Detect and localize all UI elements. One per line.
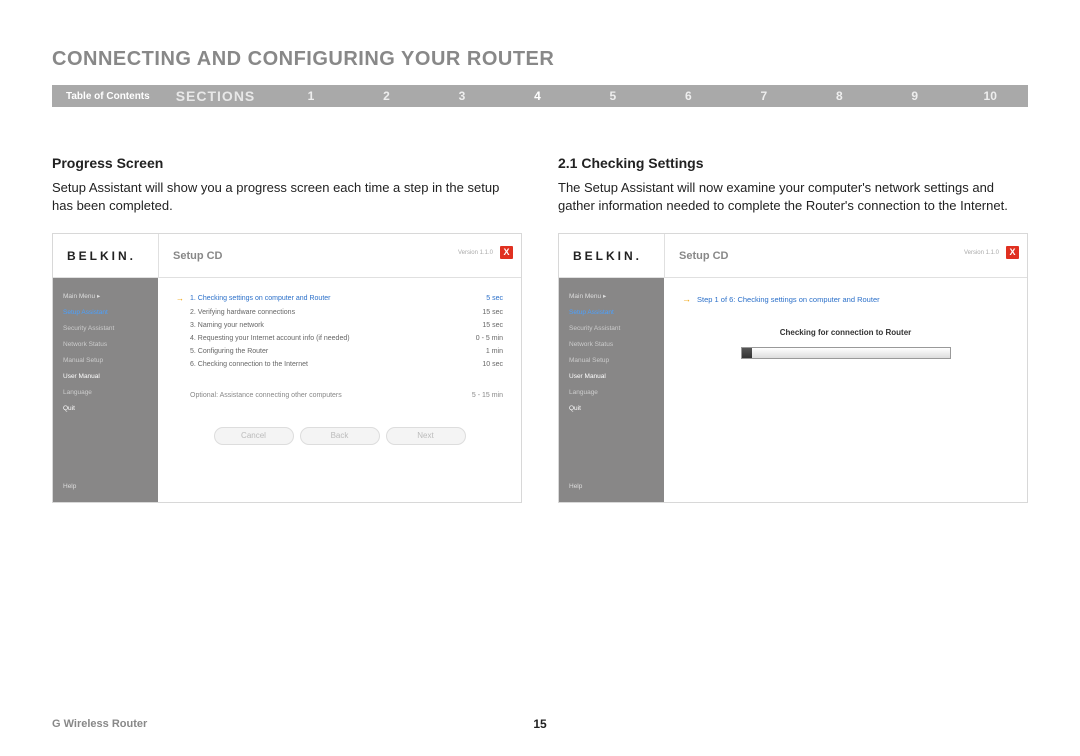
right-column: 2.1 Checking Settings The Setup Assistan…	[558, 155, 1028, 503]
step-4: 4. Requesting your Internet account info…	[176, 335, 503, 342]
right-paragraph: The Setup Assistant will now examine you…	[558, 179, 1028, 215]
version-label: Version 1.1.0	[458, 250, 493, 256]
checking-screenshot: BELKIN. Setup CD Version 1.1.0 X Main Me…	[558, 233, 1028, 503]
progress-bar	[741, 347, 951, 359]
left-paragraph: Setup Assistant will show you a progress…	[52, 179, 522, 215]
sidebar-user-manual[interactable]: User Manual	[569, 373, 664, 380]
arrow-icon: →	[682, 294, 691, 304]
page-footer: G Wireless Router 15	[52, 718, 1028, 730]
close-icon[interactable]: X	[1006, 246, 1019, 259]
left-heading: Progress Screen	[52, 155, 522, 171]
sections-label: SECTIONS	[164, 88, 274, 104]
step-3: 3. Naming your network 15 sec	[176, 322, 503, 329]
sidebar-main-menu[interactable]: Main Menu ▸	[569, 292, 664, 300]
section-navbar: Table of Contents SECTIONS 1 2 3 4 5 6 7…	[52, 85, 1028, 107]
belkin-logo: BELKIN.	[53, 249, 158, 263]
sidebar-setup-assistant[interactable]: Setup Assistant	[63, 309, 158, 316]
progress-screenshot: BELKIN. Setup CD Version 1.1.0 X Main Me…	[52, 233, 522, 503]
sidebar-quit[interactable]: Quit	[63, 405, 158, 412]
section-6[interactable]: 6	[651, 89, 726, 103]
sidebar-network-status[interactable]: Network Status	[569, 341, 664, 348]
setup-cd-label: Setup CD	[158, 234, 223, 277]
setup-cd-label: Setup CD	[664, 234, 729, 277]
sidebar-help[interactable]: Help	[63, 483, 158, 490]
sidebar-security-assistant[interactable]: Security Assistant	[569, 325, 664, 332]
sidebar-user-manual[interactable]: User Manual	[63, 373, 158, 380]
app-sidebar: Main Menu ▸ Setup Assistant Security Ass…	[559, 278, 664, 502]
section-5[interactable]: 5	[575, 89, 650, 103]
section-8[interactable]: 8	[802, 89, 877, 103]
section-1[interactable]: 1	[273, 89, 348, 103]
step-5: 5. Configuring the Router 1 min	[176, 348, 503, 355]
sidebar-language[interactable]: Language	[569, 389, 664, 396]
app-content: → 1. Checking settings on computer and R…	[158, 278, 521, 502]
section-3[interactable]: 3	[424, 89, 499, 103]
back-button[interactable]: Back	[300, 427, 380, 445]
checking-title: Checking for connection to Router	[682, 328, 1009, 337]
sidebar-help[interactable]: Help	[569, 483, 664, 490]
app-sidebar: Main Menu ▸ Setup Assistant Security Ass…	[53, 278, 158, 502]
section-10[interactable]: 10	[953, 89, 1028, 103]
page-title: CONNECTING AND CONFIGURING YOUR ROUTER	[52, 48, 1028, 71]
page-number: 15	[533, 717, 546, 731]
toc-link[interactable]: Table of Contents	[52, 91, 164, 102]
sidebar-manual-setup[interactable]: Manual Setup	[63, 357, 158, 364]
sidebar-manual-setup[interactable]: Manual Setup	[569, 357, 664, 364]
section-2[interactable]: 2	[349, 89, 424, 103]
progress-fill	[742, 348, 752, 358]
section-4[interactable]: 4	[500, 89, 575, 103]
arrow-icon: →	[176, 294, 190, 303]
cancel-button[interactable]: Cancel	[214, 427, 294, 445]
step-6: 6. Checking connection to the Internet 1…	[176, 361, 503, 368]
version-label: Version 1.1.0	[964, 250, 999, 256]
section-9[interactable]: 9	[877, 89, 952, 103]
left-column: Progress Screen Setup Assistant will sho…	[52, 155, 522, 503]
product-name: G Wireless Router	[52, 718, 147, 730]
sidebar-main-menu[interactable]: Main Menu ▸	[63, 292, 158, 300]
belkin-logo: BELKIN.	[559, 249, 664, 263]
step-indicator: → Step 1 of 6: Checking settings on comp…	[682, 294, 1009, 304]
sidebar-setup-assistant[interactable]: Setup Assistant	[569, 309, 664, 316]
sidebar-quit[interactable]: Quit	[569, 405, 664, 412]
right-heading: 2.1 Checking Settings	[558, 155, 1028, 171]
app-content: → Step 1 of 6: Checking settings on comp…	[664, 278, 1027, 502]
sidebar-security-assistant[interactable]: Security Assistant	[63, 325, 158, 332]
next-button[interactable]: Next	[386, 427, 466, 445]
sidebar-network-status[interactable]: Network Status	[63, 341, 158, 348]
section-7[interactable]: 7	[726, 89, 801, 103]
optional-step: Optional: Assistance connecting other co…	[176, 392, 503, 399]
sidebar-language[interactable]: Language	[63, 389, 158, 396]
step-2: 2. Verifying hardware connections 15 sec	[176, 309, 503, 316]
step-1: → 1. Checking settings on computer and R…	[176, 294, 503, 303]
close-icon[interactable]: X	[500, 246, 513, 259]
